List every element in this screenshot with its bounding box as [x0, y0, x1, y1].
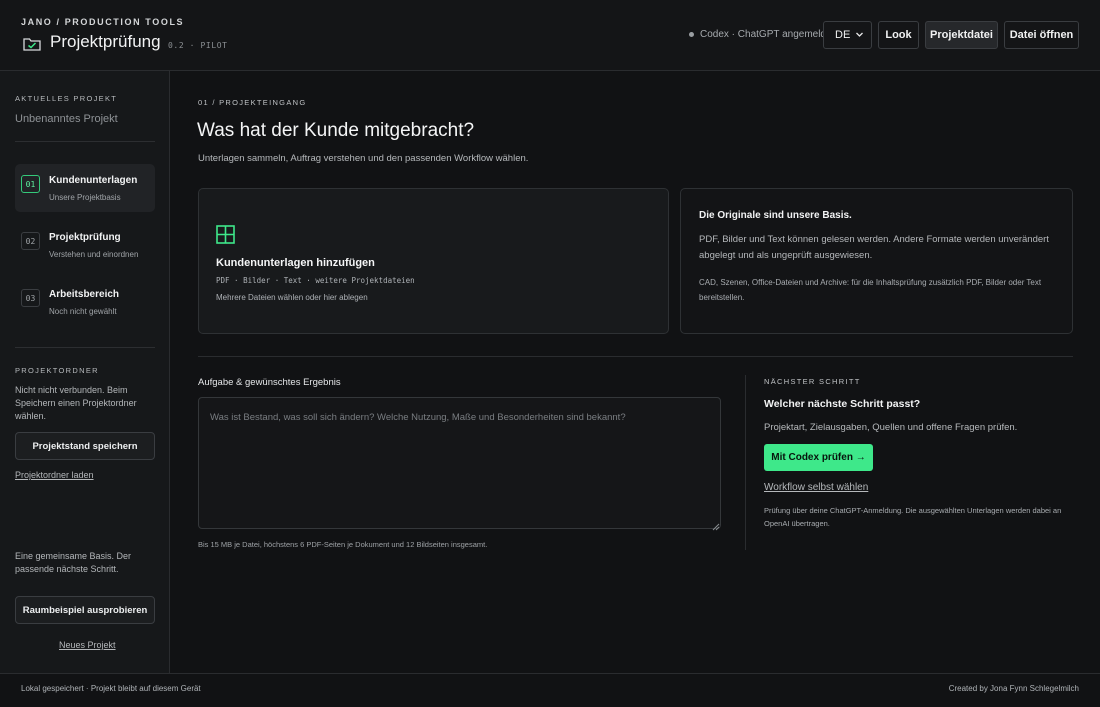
info-card: Die Originale sind unsere Basis. PDF, Bi…	[680, 188, 1073, 334]
project-file-button[interactable]: Projektdatei	[925, 21, 998, 49]
vertical-divider	[745, 375, 746, 550]
info-note: CAD, Szenen, Office-Dateien und Archive:…	[699, 278, 1042, 302]
language-select[interactable]: DE	[823, 21, 872, 49]
step-title: Projektprüfung	[49, 232, 121, 243]
next-step-kicker: NÄCHSTER SCHRITT	[764, 377, 861, 386]
step-subtitle: Verstehen und einordnen	[49, 250, 139, 259]
login-status: Codex · ChatGPT angemeldet	[689, 29, 834, 40]
page-lead: Unterlagen sammeln, Auftrag verstehen un…	[198, 153, 529, 164]
folder-check-icon	[23, 37, 41, 51]
project-name: Unbenanntes Projekt	[15, 113, 118, 125]
step-number: 02	[21, 232, 40, 250]
chevron-down-icon	[855, 30, 864, 41]
look-button[interactable]: Look	[878, 21, 919, 49]
upload-limits: Bis 15 MB je Datei, höchstens 6 PDF-Seit…	[198, 540, 488, 549]
step-subtitle: Noch nicht gewählt	[49, 307, 117, 316]
grid-icon	[216, 225, 235, 244]
footer-storage-note: Lokal gespeichert · Projekt bleibt auf d…	[21, 684, 201, 693]
choose-workflow-link[interactable]: Workflow selbst wählen	[764, 482, 868, 493]
brand-kicker: JANO / PRODUCTION TOOLS	[21, 17, 185, 27]
step-customer-documents[interactable]: 01 Kundenunterlagen Unsere Projektbasis	[15, 164, 155, 212]
step-number: 03	[21, 289, 40, 307]
sidebar-tagline: Eine gemeinsame Basis. Der passende näch…	[15, 551, 132, 574]
step-workspace[interactable]: 03 Arbeitsbereich Noch nicht gewählt	[15, 278, 155, 326]
step-subtitle: Unsere Projektbasis	[49, 193, 121, 202]
app-header: JANO / PRODUCTION TOOLS Projektprüfung 0…	[0, 0, 1100, 71]
step-title: Arbeitsbereich	[49, 289, 120, 300]
section-divider	[198, 356, 1073, 357]
resize-grip-icon[interactable]	[712, 520, 720, 531]
page-title: Was hat der Kunde mitgebracht?	[197, 120, 475, 141]
next-step-title: Welcher nächste Schritt passt?	[764, 398, 921, 410]
sidebar: AKTUELLES PROJEKT Unbenanntes Projekt 01…	[0, 71, 170, 673]
open-file-button[interactable]: Datei öffnen	[1004, 21, 1079, 49]
save-project-button[interactable]: Projektstand speichern	[15, 432, 155, 460]
task-label: Aufgabe & gewünschtes Ergebnis	[198, 377, 341, 388]
footer-credit: Created by Jona Fynn Schlegelmilch	[948, 684, 1079, 693]
privacy-note: Prüfung über deine ChatGPT-Anmeldung. Di…	[764, 506, 1062, 528]
section-kicker: 01 / PROJEKTEINGANG	[198, 98, 307, 107]
info-title: Die Originale sind unsere Basis.	[699, 210, 852, 221]
status-dot-icon	[689, 32, 694, 37]
try-example-button[interactable]: Raumbeispiel ausprobieren	[15, 596, 155, 624]
app-footer: Lokal gespeichert · Projekt bleibt auf d…	[0, 673, 1100, 707]
main-content: 01 / PROJEKTEINGANG Was hat der Kunde mi…	[171, 71, 1100, 673]
sidebar-divider	[15, 141, 155, 142]
new-project-link[interactable]: Neues Projekt	[59, 640, 116, 650]
step-title: Kundenunterlagen	[49, 175, 138, 186]
step-project-review[interactable]: 02 Projektprüfung Verstehen und einordne…	[15, 221, 155, 269]
info-body: PDF, Bilder und Text können gelesen werd…	[699, 234, 1049, 261]
app-title: Projektprüfung	[50, 32, 161, 51]
version-badge: 0.2 · PILOT	[168, 41, 228, 50]
upload-formats: PDF · Bilder · Text · weitere Projektdat…	[216, 276, 415, 285]
step-number: 01	[21, 175, 40, 193]
login-status-text: Codex · ChatGPT angemeldet	[700, 29, 835, 40]
sidebar-divider	[15, 347, 155, 348]
load-project-folder-link[interactable]: Projektordner laden	[15, 470, 94, 480]
project-folder-status: Nicht nicht verbunden. Beim Speichern ei…	[15, 385, 137, 421]
project-folder-label: PROJEKTORDNER	[15, 366, 99, 375]
current-project-label: AKTUELLES PROJEKT	[15, 94, 118, 103]
upload-title: Kundenunterlagen hinzufügen	[216, 257, 375, 269]
upload-dropzone[interactable]: Kundenunterlagen hinzufügen PDF · Bilder…	[198, 188, 669, 334]
task-textarea[interactable]	[198, 397, 721, 529]
check-with-codex-button[interactable]: Mit Codex prüfen →	[764, 444, 873, 471]
next-step-body: Projektart, Zielausgaben, Quellen und of…	[764, 422, 1018, 433]
language-value: DE	[835, 29, 851, 41]
upload-hint: Mehrere Dateien wählen oder hier ablegen	[216, 293, 368, 302]
